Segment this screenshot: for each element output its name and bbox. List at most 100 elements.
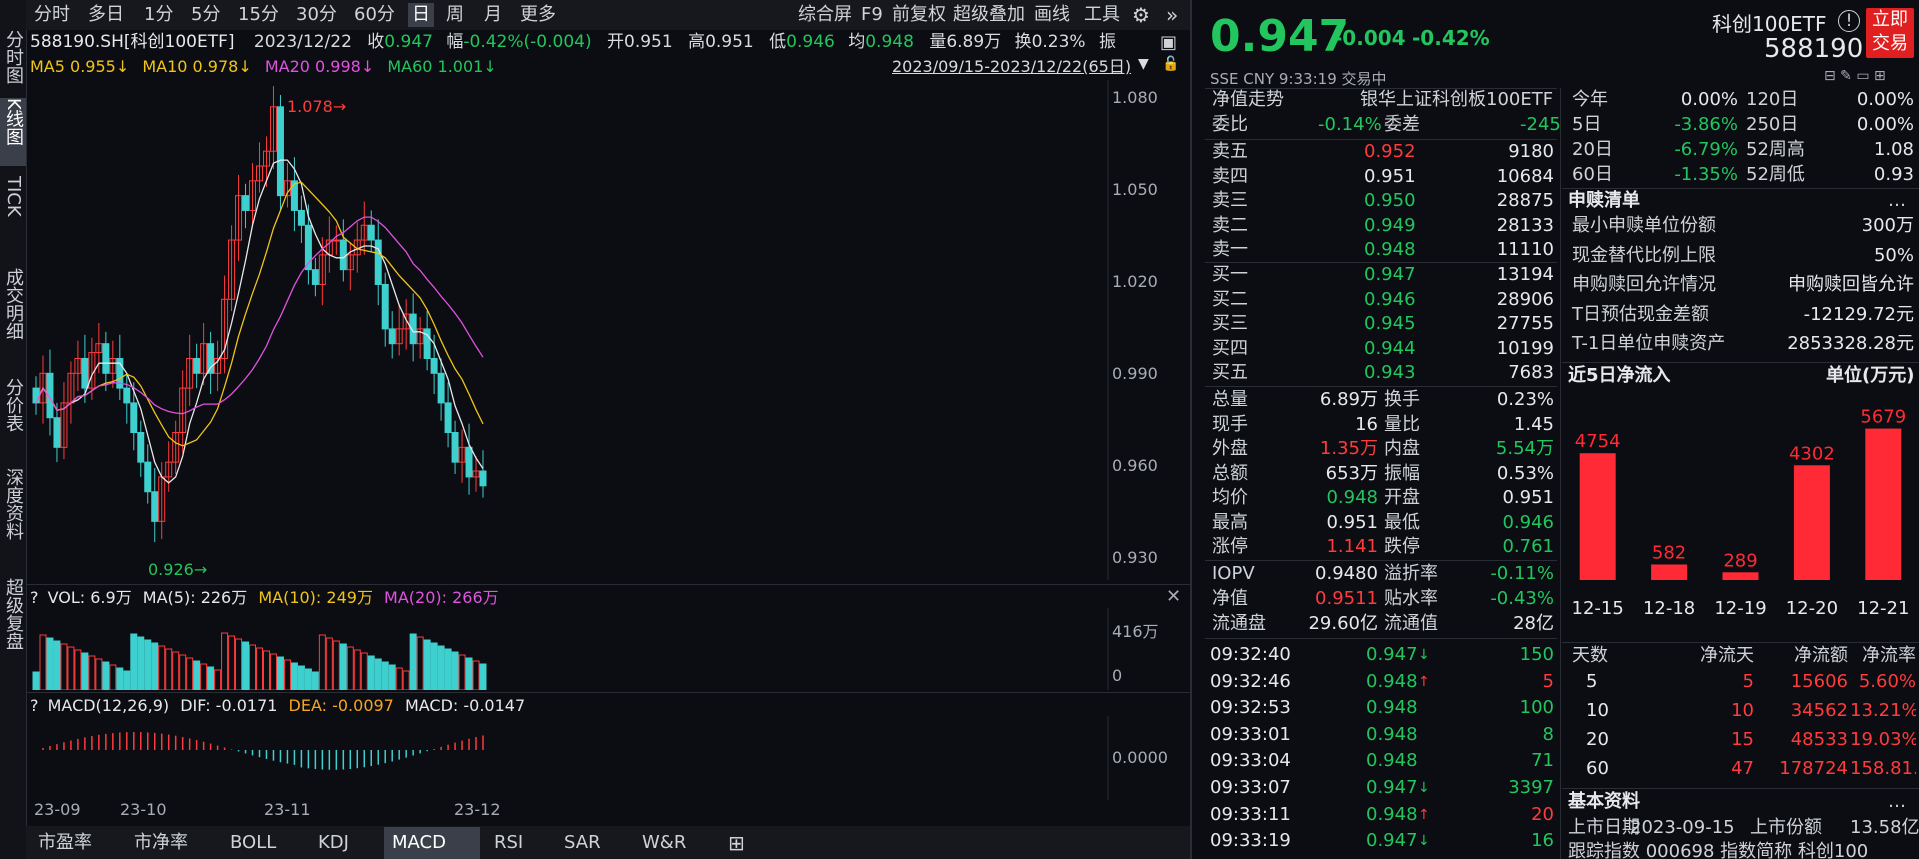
- more-icon[interactable]: …: [1888, 790, 1906, 814]
- tab-macd[interactable]: MACD: [384, 827, 480, 859]
- bid-level-price[interactable]: 0.946: [1364, 288, 1416, 312]
- ma5-legend: MA5 0.955↓: [30, 57, 130, 76]
- tab-kdj[interactable]: KDJ: [310, 827, 357, 859]
- perf-value: -6.79%: [1674, 139, 1738, 160]
- nav-price-table[interactable]: 分价表: [0, 378, 26, 458]
- period-month[interactable]: 月: [484, 3, 502, 27]
- help-icon[interactable]: ?: [30, 588, 39, 607]
- volume-bar: [311, 671, 319, 690]
- volume-bar: [200, 663, 208, 690]
- help-icon[interactable]: ?: [30, 696, 39, 715]
- panel-toolbar-icons[interactable]: ⊟ ✎ ▭ ⊞: [1824, 68, 1886, 84]
- volume-bar: [444, 648, 452, 690]
- nav-trade-detail[interactable]: 成交明细: [0, 268, 26, 368]
- candle-body: [479, 470, 487, 487]
- perf-value: -3.86%: [1674, 114, 1738, 135]
- composite-screen-button[interactable]: 综合屏: [798, 3, 852, 27]
- ask-level-price[interactable]: 0.951: [1364, 165, 1416, 189]
- trade-now-button[interactable]: 立即交易: [1866, 8, 1914, 58]
- bid-level-label: 买二: [1212, 288, 1248, 310]
- nav-super-review[interactable]: 超级复盘: [0, 578, 26, 678]
- bid-level-price[interactable]: 0.944: [1364, 337, 1416, 361]
- nav-timeshare[interactable]: 分时图: [0, 30, 26, 90]
- tab-boll[interactable]: BOLL: [222, 827, 284, 859]
- gear-icon[interactable]: ⚙: [1132, 3, 1150, 27]
- bid-level-price[interactable]: 0.945: [1364, 312, 1416, 336]
- iopv-label: 溢折率: [1384, 563, 1438, 584]
- volume-bar: [402, 670, 410, 690]
- tab-sar[interactable]: SAR: [556, 827, 609, 859]
- tab-wr[interactable]: W&R: [634, 827, 694, 859]
- period-timeshare[interactable]: 分时: [34, 3, 70, 27]
- bid-level-price[interactable]: 0.943: [1364, 361, 1416, 385]
- period-5min[interactable]: 5分: [191, 3, 220, 27]
- layout-icon[interactable]: ▣: [1160, 32, 1177, 53]
- wc-label: 委差: [1384, 114, 1420, 135]
- candle-body: [367, 224, 375, 241]
- nav-tick[interactable]: TICK: [0, 176, 26, 260]
- forward-adjust-button[interactable]: 前复权: [892, 3, 946, 27]
- period-week[interactable]: 周: [446, 3, 464, 27]
- period-30min[interactable]: 30分: [296, 3, 337, 27]
- period-more[interactable]: 更多: [520, 3, 556, 27]
- low-value: 0.946: [786, 32, 835, 52]
- vol-y-tick: 0: [1112, 666, 1123, 685]
- add-tab-icon[interactable]: ⊞: [720, 827, 753, 859]
- stat-value: 0.951: [1502, 487, 1554, 508]
- ask-level-price[interactable]: 0.948: [1364, 238, 1416, 262]
- bid-level-price[interactable]: 0.947: [1364, 263, 1416, 287]
- inflow-net-amount: 178724: [1779, 758, 1848, 779]
- tick-volume: 100: [1519, 697, 1554, 719]
- tab-pe[interactable]: 市盈率: [30, 827, 100, 859]
- caret-down-icon[interactable]: ▼: [1138, 56, 1149, 72]
- vol-y-tick: 416万: [1112, 622, 1159, 641]
- super-overlay-button[interactable]: 超级叠加: [953, 3, 1025, 27]
- perf-label: 52周低: [1746, 164, 1805, 185]
- tab-pb[interactable]: 市净率: [126, 827, 196, 859]
- tools-button[interactable]: 工具: [1084, 3, 1120, 27]
- date-range[interactable]: 2023/09/15-2023/12/22(65日): [892, 55, 1131, 79]
- volume-bar: [123, 670, 131, 690]
- tick-direction-icon: ↓: [1418, 780, 1430, 796]
- inflow-bar-value: 582: [1652, 542, 1686, 563]
- stat-value: 0.53%: [1496, 462, 1554, 484]
- candle-body: [102, 343, 110, 374]
- ask-level-price[interactable]: 0.949: [1364, 214, 1416, 238]
- macd-value: MACD: -0.0147: [404, 696, 526, 715]
- subscribe-row-value: 50%: [1873, 244, 1914, 266]
- perf-label: 20日: [1572, 139, 1613, 160]
- period-multiday[interactable]: 多日: [88, 3, 124, 27]
- nav-deep-info[interactable]: 深度资料: [0, 468, 26, 568]
- subscribe-row-label: T-1日单位申赎资产: [1572, 333, 1726, 354]
- tick-time: 09:33:11: [1210, 803, 1291, 825]
- tick-volume: 150: [1519, 644, 1554, 665]
- tab-rsi[interactable]: RSI: [486, 827, 531, 859]
- inflow-bar-value: 4754: [1575, 431, 1621, 452]
- period-60min[interactable]: 60分: [354, 3, 395, 27]
- lock-icon[interactable]: 🔓: [1162, 56, 1179, 72]
- close-icon[interactable]: ✕: [1166, 586, 1181, 607]
- nav-tick-label: TICK: [3, 176, 24, 217]
- info-icon[interactable]: !: [1838, 10, 1860, 32]
- period-15min[interactable]: 15分: [238, 3, 279, 27]
- period-1min[interactable]: 1分: [144, 3, 173, 27]
- open-value: 0.951: [624, 32, 673, 52]
- nav-trend-link[interactable]: 净值走势: [1212, 89, 1284, 110]
- inflow-net-rate: 13.21%: [1850, 700, 1916, 721]
- quote-info-line: 588190.SH[科创100ETF] 2023/12/22 收0.947 幅-…: [30, 30, 1116, 54]
- volume-bar: [186, 657, 194, 690]
- nav-kline[interactable]: K线图: [0, 98, 26, 166]
- bid-level-volume: 28906: [1496, 288, 1554, 310]
- kline-chart[interactable]: [28, 80, 1188, 580]
- tick-direction-icon: ↓: [1418, 833, 1430, 850]
- iopv-value: 0.9511: [1315, 588, 1378, 609]
- draw-line-button[interactable]: 画线: [1034, 3, 1070, 27]
- double-chevron-right-icon[interactable]: »: [1166, 3, 1178, 27]
- ask-level-price[interactable]: 0.950: [1364, 189, 1416, 213]
- perf-value: 0.00%: [1680, 89, 1738, 110]
- ask-level-price[interactable]: 0.952: [1364, 140, 1416, 164]
- x-tick: 23-11: [264, 800, 311, 819]
- f9-button[interactable]: F9: [861, 3, 883, 27]
- more-icon[interactable]: …: [1888, 189, 1906, 213]
- period-day[interactable]: 日: [408, 3, 434, 27]
